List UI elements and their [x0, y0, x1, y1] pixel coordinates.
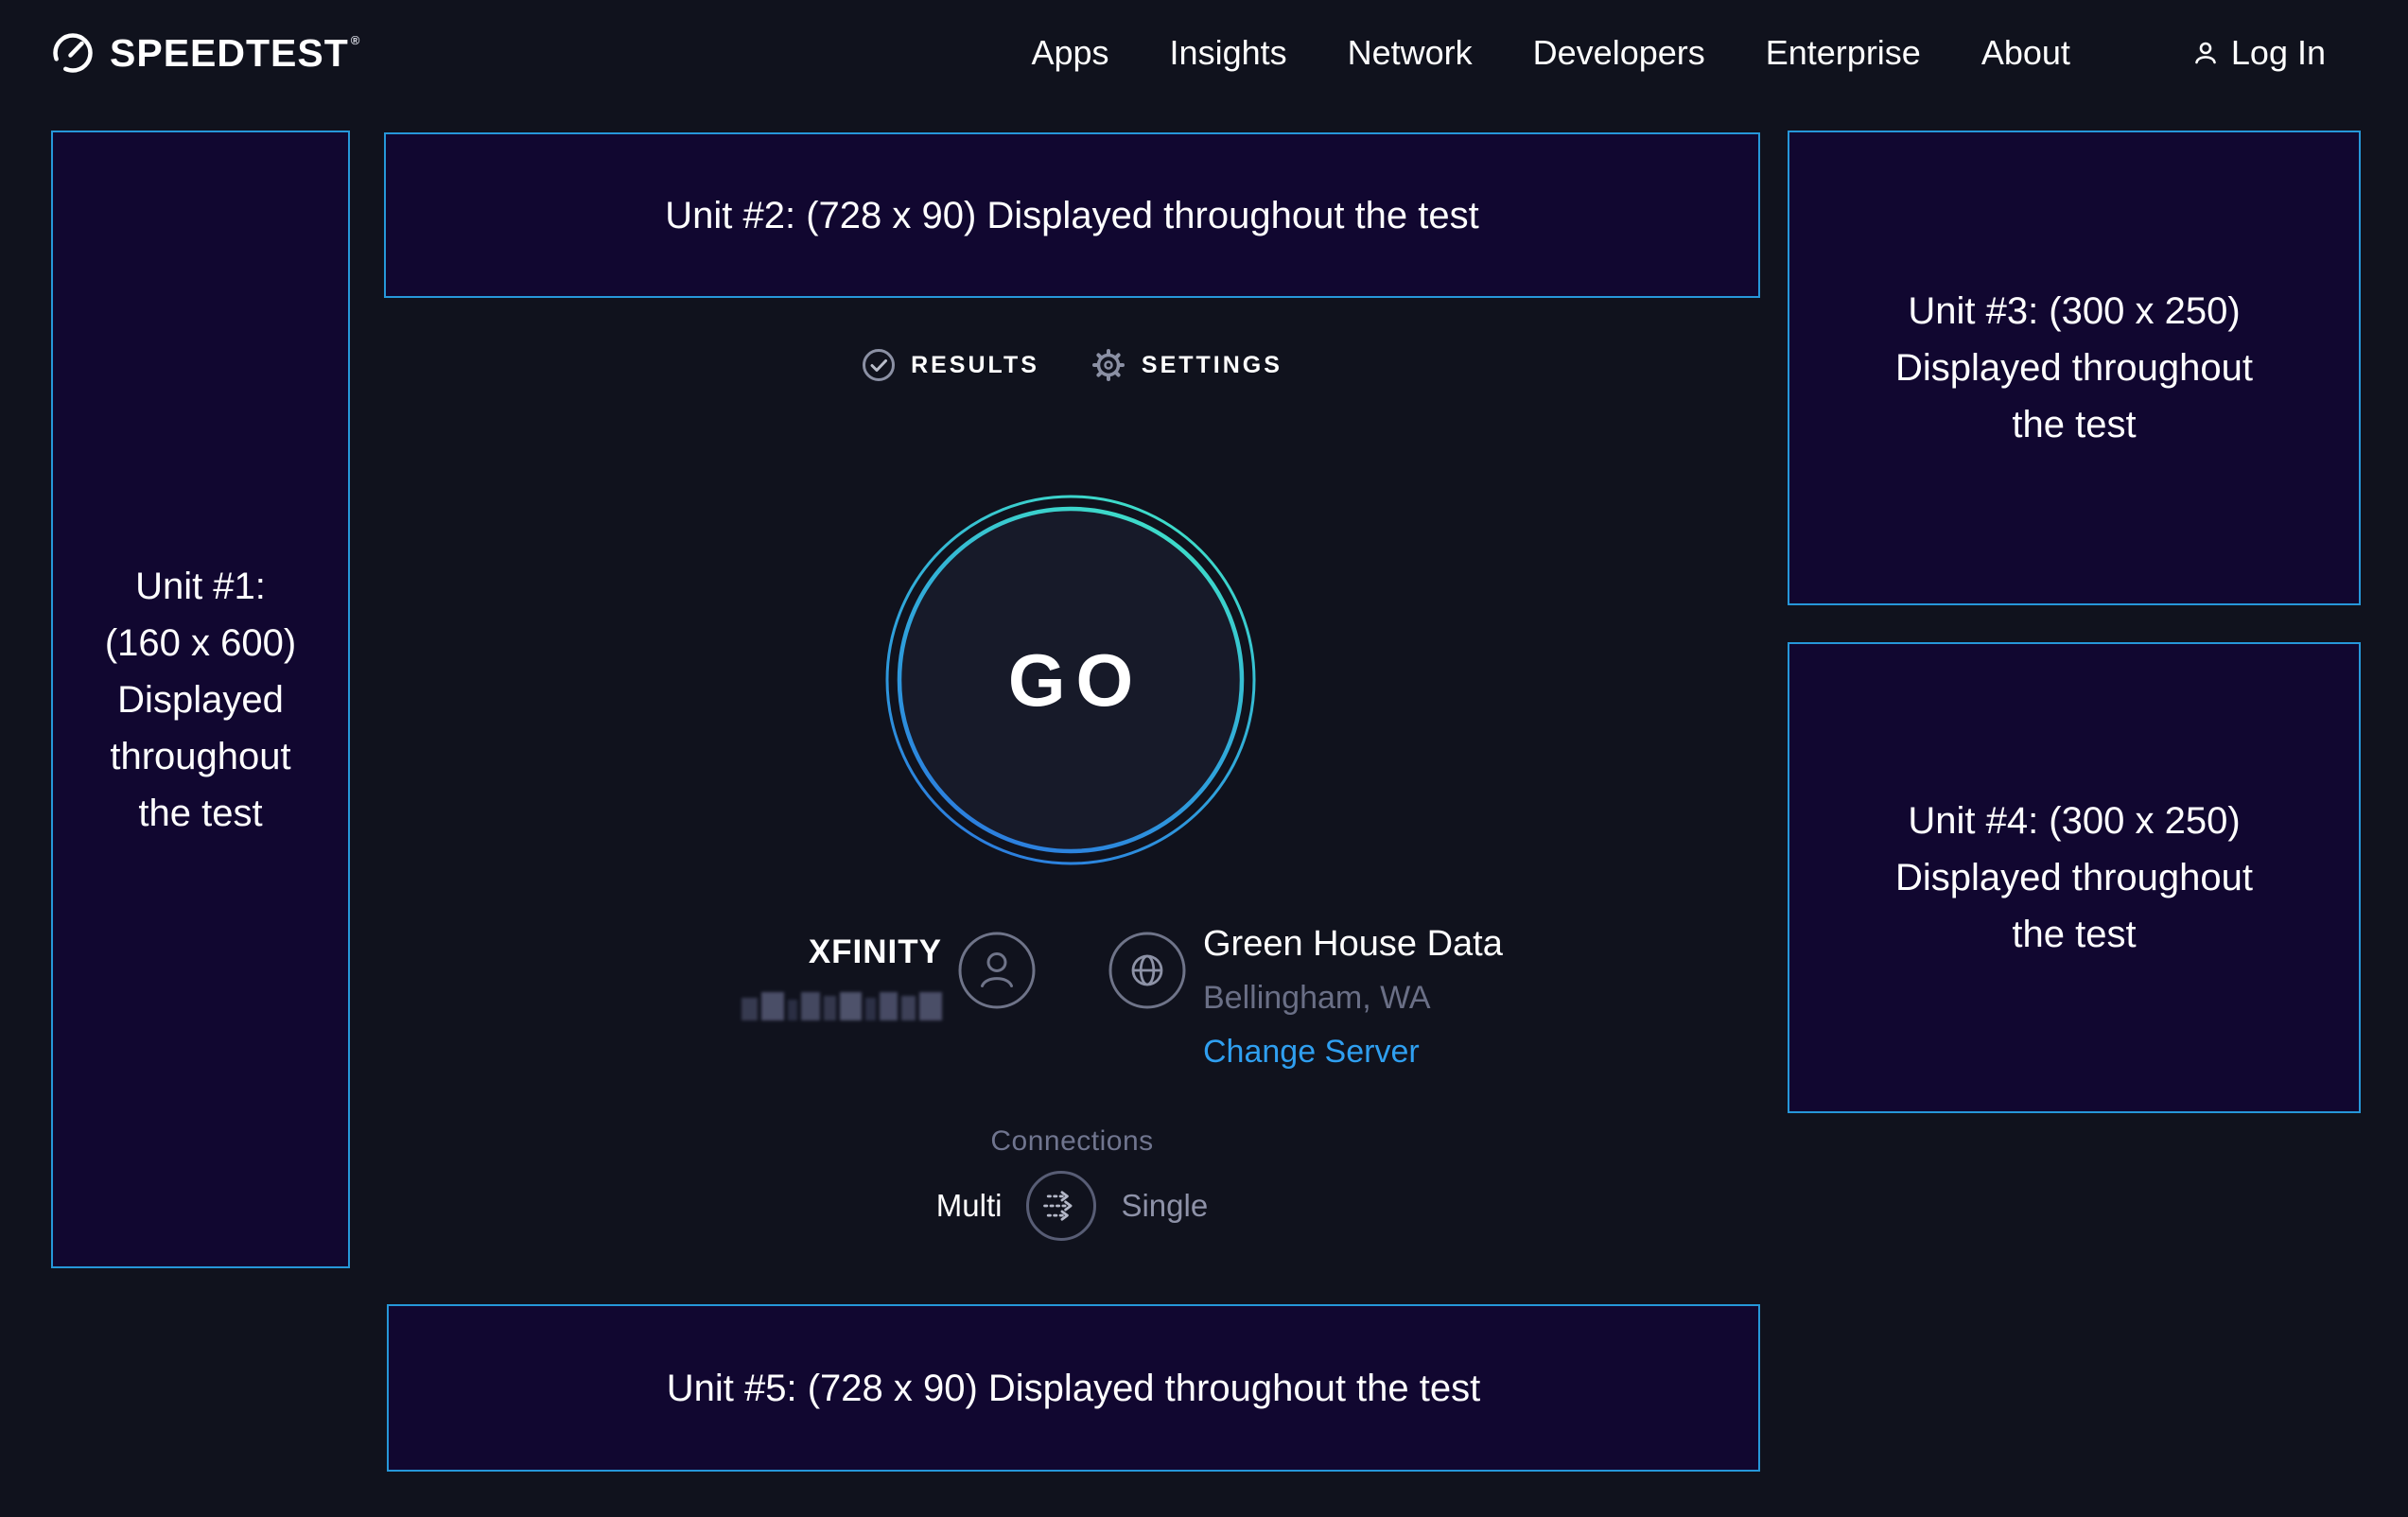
server-info-block: Green House Data Bellingham, WA Change S… — [1203, 924, 1503, 1071]
masked-pixel — [880, 992, 898, 1020]
multi-connection-arrows-icon — [1029, 1174, 1093, 1238]
go-button[interactable]: GO — [885, 495, 1256, 865]
nav-item-enterprise[interactable]: Enterprise — [1766, 33, 1921, 73]
ad-unit-1-skyscraper[interactable]: Unit #1: (160 x 600) Displayed throughou… — [51, 131, 350, 1268]
header: SPEEDTEST ® Apps Insights Network Develo… — [0, 0, 2408, 106]
nav-item-insights[interactable]: Insights — [1170, 33, 1287, 73]
main-nav: Apps Insights Network Developers Enterpr… — [1031, 33, 2326, 73]
masked-pixel — [919, 992, 942, 1020]
go-button-label: GO — [998, 637, 1143, 724]
person-icon — [2191, 39, 2220, 67]
login-label: Log In — [2231, 33, 2326, 73]
registered-mark: ® — [351, 33, 361, 47]
ad-unit-2-text: Unit #2: (728 x 90) Displayed throughout… — [665, 187, 1479, 244]
ad-unit-4-rectangle[interactable]: Unit #4: (300 x 250) Displayed throughou… — [1788, 642, 2361, 1113]
login-button[interactable]: Log In — [2191, 33, 2326, 73]
brand-wordmark: SPEEDTEST ® — [110, 31, 360, 76]
connections-option-multi[interactable]: Multi — [936, 1188, 1003, 1224]
gear-icon — [1091, 347, 1126, 383]
server-name: Green House Data — [1203, 924, 1503, 965]
ad-unit-4-text: Unit #4: (300 x 250) Displayed throughou… — [1895, 793, 2253, 963]
ad-unit-3-text: Unit #3: (300 x 250) Displayed throughou… — [1895, 283, 2253, 453]
masked-pixel — [801, 992, 821, 1020]
brand-name: SPEEDTEST — [110, 31, 349, 76]
masked-pixel — [865, 998, 876, 1020]
brand-logo[interactable]: SPEEDTEST ® — [51, 31, 360, 76]
connections-label: Connections — [384, 1125, 1760, 1158]
isp-name: XFINITY — [719, 933, 942, 971]
change-server-link[interactable]: Change Server — [1203, 1034, 1503, 1071]
masked-ip-address — [742, 992, 942, 1020]
check-circle-icon — [862, 348, 896, 382]
server-location: Bellingham, WA — [1203, 980, 1503, 1017]
ad-unit-2-leaderboard[interactable]: Unit #2: (728 x 90) Displayed throughout… — [384, 132, 1760, 298]
masked-pixel — [824, 996, 836, 1020]
nav-item-developers[interactable]: Developers — [1533, 33, 1705, 73]
masked-pixel — [788, 1000, 796, 1020]
nav-item-about[interactable]: About — [1981, 33, 2070, 73]
speedometer-gauge-icon — [51, 31, 95, 75]
tab-results[interactable]: RESULTS — [862, 348, 1039, 382]
tab-settings-label: SETTINGS — [1142, 352, 1283, 379]
connections-option-single[interactable]: Single — [1121, 1188, 1208, 1224]
masked-pixel — [761, 992, 784, 1020]
nav-item-network[interactable]: Network — [1348, 33, 1473, 73]
connection-info-row: XFINITY — [719, 922, 1589, 1092]
server-globe-icon — [1108, 932, 1186, 1009]
connections-section: Connections Multi — [384, 1125, 1760, 1241]
ad-unit-5-text: Unit #5: (728 x 90) Displayed throughout… — [667, 1360, 1481, 1417]
isp-person-icon — [958, 932, 1036, 1009]
masked-pixel — [840, 992, 861, 1020]
results-settings-tabs: RESULTS — [384, 340, 1760, 390]
speedtest-page: SPEEDTEST ® Apps Insights Network Develo… — [0, 0, 2408, 1517]
ad-unit-1-text: Unit #1: (160 x 600) Displayed throughou… — [105, 558, 296, 842]
connections-toggle-button[interactable] — [1026, 1171, 1096, 1241]
masked-pixel — [901, 996, 916, 1020]
ad-unit-3-rectangle[interactable]: Unit #3: (300 x 250) Displayed throughou… — [1788, 131, 2361, 605]
tab-settings[interactable]: SETTINGS — [1091, 347, 1283, 383]
ad-unit-5-leaderboard[interactable]: Unit #5: (728 x 90) Displayed throughout… — [387, 1304, 1760, 1472]
masked-pixel — [742, 998, 758, 1020]
tab-results-label: RESULTS — [911, 352, 1039, 379]
connections-toggle-row: Multi Single — [384, 1171, 1760, 1241]
nav-item-apps[interactable]: Apps — [1031, 33, 1108, 73]
